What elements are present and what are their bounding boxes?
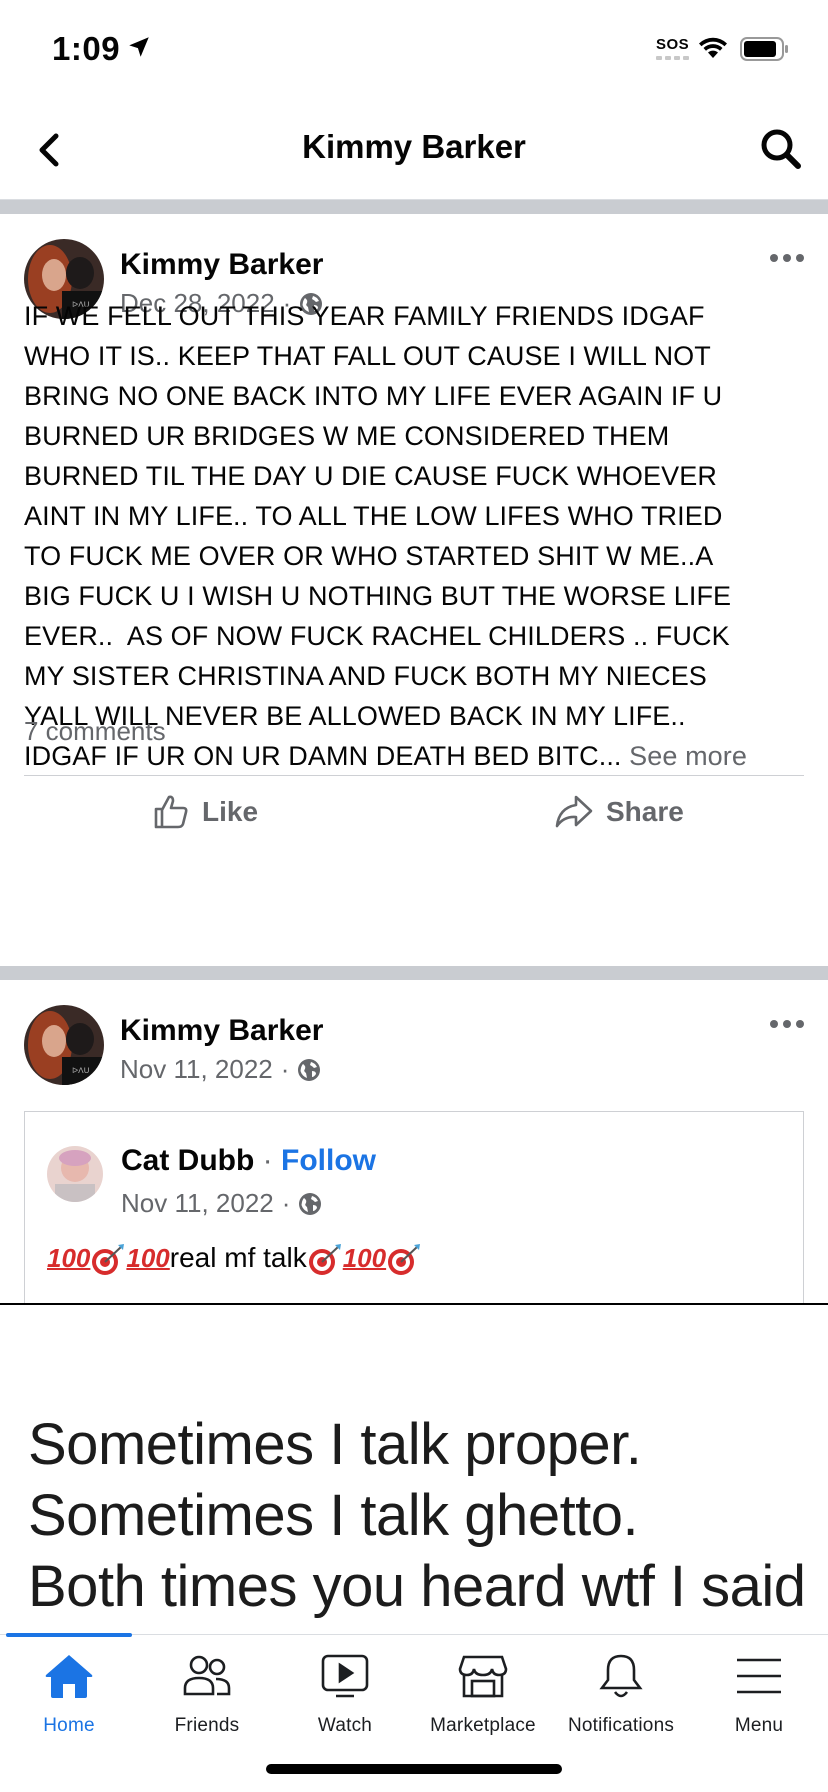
post-image[interactable]: Sometimes I talk proper. Sometimes I tal… <box>0 1305 828 1635</box>
shared-meta: Nov 11, 2022 · <box>121 1188 322 1219</box>
tab-watch[interactable]: Watch <box>276 1649 414 1749</box>
post-card: ᐅᐱᑌ Kimmy Barker Dec 28, 2022 · IF WE FE… <box>0 214 828 966</box>
divider <box>24 775 804 776</box>
home-indicator <box>266 1764 562 1774</box>
avatar[interactable] <box>47 1146 103 1202</box>
active-tab-indicator <box>6 1633 132 1637</box>
meta-separator: · <box>281 1188 291 1218</box>
tab-label: Watch <box>317 1715 373 1736</box>
post-text: IF WE FELL OUT THIS YEAR FAMILY FRIENDS … <box>24 296 814 776</box>
bell-icon <box>594 1649 648 1703</box>
tab-friends[interactable]: Friends <box>138 1649 276 1749</box>
hundred-points-icon: 100 <box>47 1243 91 1273</box>
shared-post[interactable]: Cat Dubb · Follow Nov 11, 2022 · 100 100r… <box>24 1111 804 1311</box>
tab-label: Marketplace <box>430 1715 536 1736</box>
tab-label: Notifications <box>567 1715 675 1736</box>
search-button[interactable] <box>758 126 804 172</box>
page-title: Kimmy Barker <box>302 128 526 165</box>
post-text-line: EVER.. AS OF NOW FUCK RACHEL CHILDERS ..… <box>24 621 730 651</box>
tab-label: Menu <box>734 1715 784 1736</box>
hundred-points-icon: 100 <box>126 1243 170 1273</box>
shared-text-content: real mf talk <box>169 1242 307 1273</box>
post-meta: Nov 11, 2022 · <box>120 1054 321 1085</box>
status-time: 1:09 <box>52 30 121 67</box>
share-label: Share <box>606 796 684 827</box>
shared-author-line: Cat Dubb · Follow <box>121 1144 376 1178</box>
like-label: Like <box>202 796 259 827</box>
post-text-line: AINT IN MY LIFE.. TO ALL THE LOW LIFES W… <box>24 501 723 531</box>
comments-count[interactable]: 7 comments <box>24 716 166 747</box>
post-text-line: WHO IT IS.. KEEP THAT FALL OUT CAUSE I W… <box>24 341 711 371</box>
post-text-line: BIG FUCK U I WISH U NOTHING BUT THE WORS… <box>24 581 732 611</box>
tab-label: Home <box>43 1715 95 1736</box>
image-text-line: Sometimes I talk proper. <box>28 1412 642 1477</box>
tab-notifications[interactable]: Notifications <box>552 1649 690 1749</box>
post-more-button[interactable] <box>770 1020 804 1030</box>
marketplace-icon <box>456 1649 510 1703</box>
share-icon <box>555 795 593 828</box>
home-icon <box>42 1649 96 1703</box>
feed-divider <box>0 966 828 980</box>
post-text-line: MY SISTER CHRISTINA AND FUCK BOTH MY NIE… <box>24 661 707 691</box>
avatar[interactable]: ᐅᐱᑌ <box>24 1005 104 1085</box>
post-author[interactable]: Kimmy Barker <box>120 1014 323 1048</box>
like-icon <box>154 795 188 829</box>
post-text-line: BURNED UR BRIDGES W ME CONSIDERED THEM <box>24 421 670 451</box>
svg-text:ᐅᐱᑌ: ᐅᐱᑌ <box>72 1066 90 1075</box>
post-text-line: BURNED TIL THE DAY U DIE CAUSE FUCK WHOE… <box>24 461 717 491</box>
image-text-line: Sometimes I talk ghetto. <box>28 1483 639 1548</box>
meta-separator: · <box>262 1144 273 1177</box>
location-arrow-icon <box>129 37 149 57</box>
post-author[interactable]: Kimmy Barker <box>120 248 323 282</box>
post-text-line: TO FUCK ME OVER OR WHO STARTED SHIT W ME… <box>24 541 714 571</box>
tab-label: Friends <box>174 1715 240 1736</box>
post-text-line: IF WE FELL OUT THIS YEAR FAMILY FRIENDS … <box>24 301 705 331</box>
image-text-line: Both times you heard wtf I said <box>28 1554 806 1619</box>
feed-divider <box>0 200 828 214</box>
tab-menu[interactable]: Menu <box>690 1649 828 1749</box>
globe-icon <box>299 1192 322 1215</box>
signal-dots <box>656 56 690 60</box>
follow-button[interactable]: Follow <box>281 1144 376 1177</box>
shared-post-text: 100 100real mf talk 100 <box>47 1242 422 1277</box>
page-header: Kimmy Barker <box>0 100 828 200</box>
post-date[interactable]: Nov 11, 2022 <box>120 1054 273 1085</box>
sos-indicator: SOS <box>656 36 690 53</box>
tab-marketplace[interactable]: Marketplace <box>414 1649 552 1749</box>
friends-icon <box>180 1649 234 1703</box>
shared-author[interactable]: Cat Dubb <box>121 1144 254 1177</box>
post-text-line: BRING NO ONE BACK INTO MY LIFE EVER AGAI… <box>24 381 723 411</box>
shared-date[interactable]: Nov 11, 2022 <box>121 1188 274 1219</box>
globe-icon <box>298 1058 321 1081</box>
like-button[interactable]: Like <box>152 780 258 844</box>
see-more-link[interactable]: See more <box>629 741 747 771</box>
share-button[interactable]: Share <box>554 780 684 844</box>
hundred-points-icon: 100 <box>342 1243 387 1273</box>
direct-hit-icon <box>92 1243 125 1275</box>
menu-icon <box>732 1649 786 1703</box>
battery-icon <box>740 37 788 61</box>
meta-separator: · <box>280 1054 290 1084</box>
watch-icon <box>318 1649 372 1703</box>
status-bar: 1:09 SOS <box>0 0 828 100</box>
direct-hit-icon <box>308 1243 341 1275</box>
post-more-button[interactable] <box>770 254 804 264</box>
wifi-icon <box>699 37 727 58</box>
tab-home[interactable]: Home <box>0 1649 138 1749</box>
direct-hit-icon <box>388 1243 421 1275</box>
